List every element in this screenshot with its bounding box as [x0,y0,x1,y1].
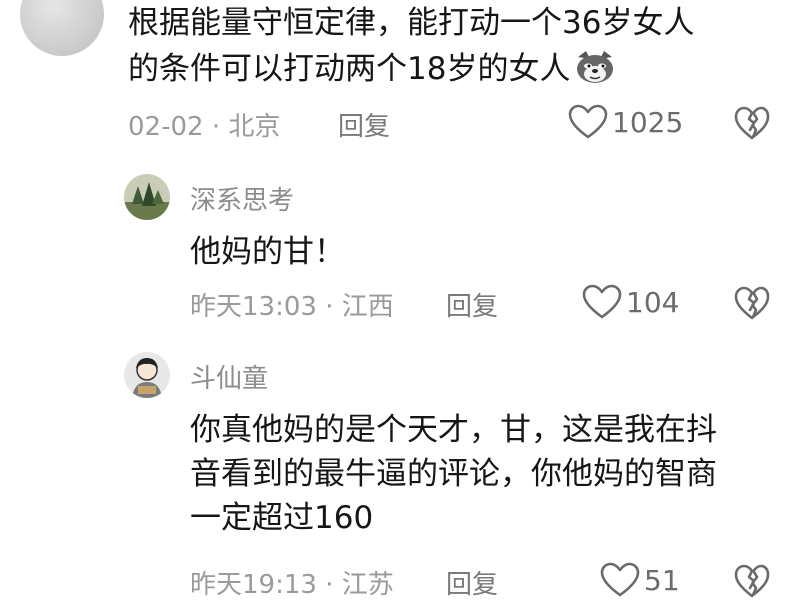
comment-text-line: 根据能量守恒定律，能打动一个36岁女人 [128,5,695,41]
like-button[interactable]: 104 [582,284,679,320]
dislike-button[interactable] [734,106,770,146]
broken-heart-icon [734,106,770,140]
comment-text: 你真他妈的是个天才，甘，这是我在抖 音看到的最牛逼的评论，你他妈的智商 一定超过… [190,408,780,540]
avatar[interactable] [124,174,170,220]
avatar[interactable] [124,352,170,398]
comment-text-line: 的条件可以打动两个18岁的女人 [128,46,768,98]
like-count: 51 [644,563,680,597]
reply-button[interactable]: 回复 [338,106,390,143]
comment-text-line: 一定超过160 [190,500,374,536]
avatar[interactable] [20,0,104,56]
dislike-button[interactable] [734,564,770,604]
comment-text: 根据能量守恒定律，能打动一个36岁女人 的条件可以打动两个18岁的女人 [128,0,768,98]
reply-button[interactable]: 回复 [446,286,498,323]
comment-text: 他妈的甘！ [190,234,345,270]
reply-button[interactable]: 回复 [446,564,498,601]
comment-text-line: 你真他妈的是个天才，甘，这是我在抖 [190,412,717,448]
dislike-button[interactable] [734,286,770,326]
username[interactable]: 深系思考 [190,180,294,217]
like-button[interactable]: 1025 [568,104,683,140]
heart-outline-icon [582,284,622,319]
username[interactable]: 斗仙童 [190,358,268,395]
broken-heart-icon [734,564,770,598]
like-button[interactable]: 51 [600,562,680,598]
heart-outline-icon [600,562,640,597]
like-count: 1025 [612,105,684,139]
like-count: 104 [626,285,680,319]
comment-text-line: 音看到的最牛逼的评论，你他妈的智商 [190,456,717,492]
comment-date-location: 昨天13:03 · 江西 [190,292,394,322]
comment-date-location: 昨天19:13 · 江苏 [190,570,394,600]
heart-outline-icon [568,104,608,139]
dog-face-emoji-icon [574,49,616,98]
broken-heart-icon [734,286,770,320]
comment-date-location: 02-02 · 北京 [128,112,281,142]
